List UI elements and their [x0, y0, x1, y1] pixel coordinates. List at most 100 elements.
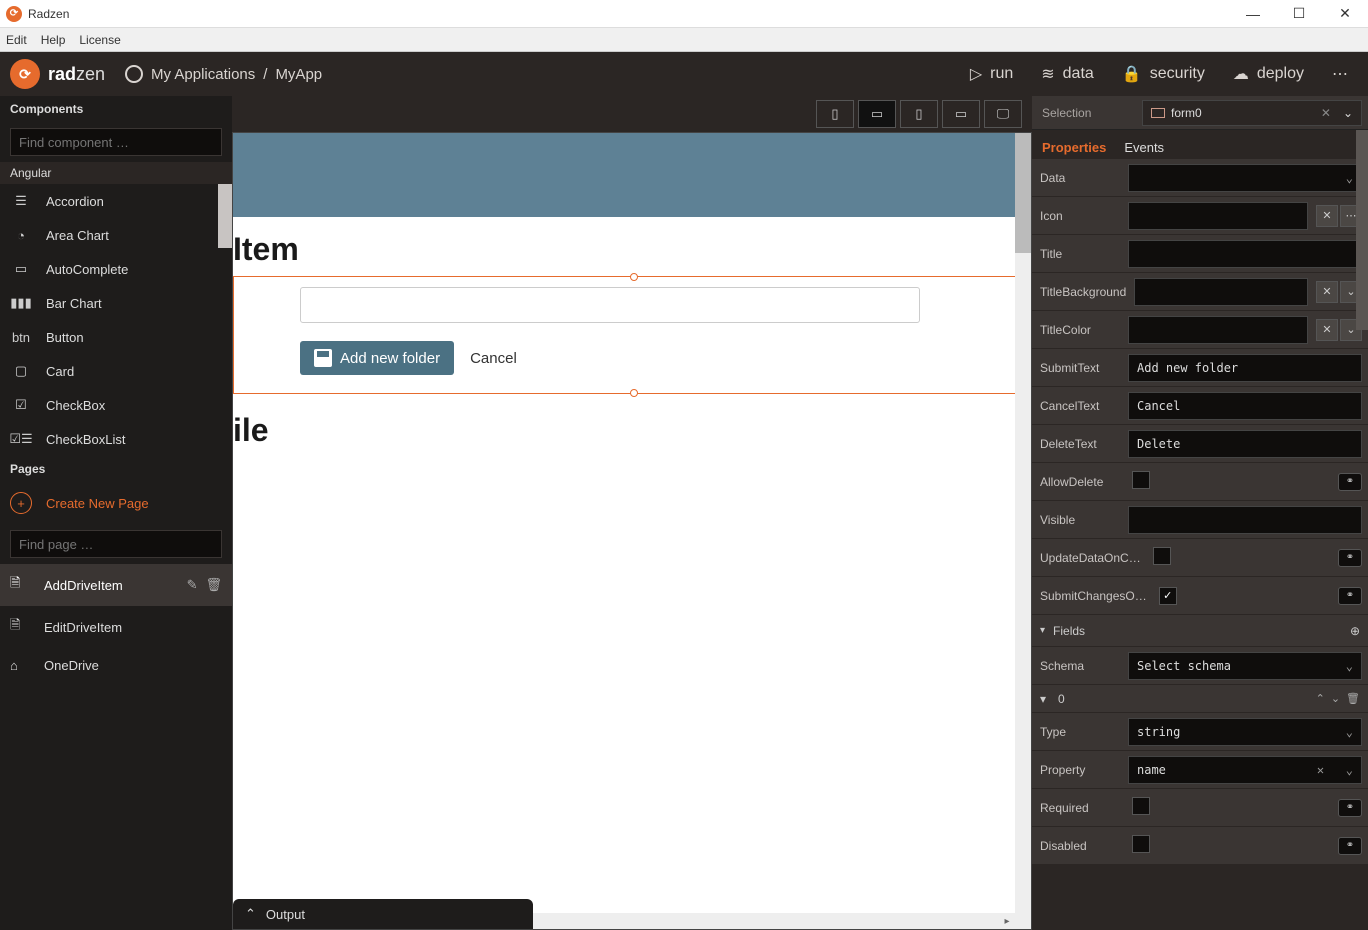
- page-item-adddriveitem[interactable]: 🗎 AddDriveItem ✎ 🗑: [0, 564, 232, 606]
- props-scrollbar[interactable]: [1356, 130, 1368, 330]
- prop-updatedata-bind[interactable]: ⚭: [1338, 549, 1362, 567]
- prop-required-checkbox[interactable]: [1132, 797, 1150, 815]
- design-canvas[interactable]: Item Add new folder Cancel ile ◂▸: [232, 132, 1032, 930]
- menu-edit[interactable]: Edit: [6, 33, 27, 47]
- page-item-onedrive[interactable]: ⌂ OneDrive: [0, 648, 232, 683]
- prop-titlecolor-clear[interactable]: ✕: [1316, 319, 1338, 341]
- plus-icon: +: [10, 492, 32, 514]
- find-component-input[interactable]: [10, 128, 222, 156]
- run-button[interactable]: ▷ run: [970, 64, 1013, 84]
- prop-visible-input[interactable]: [1128, 506, 1362, 534]
- menu-help[interactable]: Help: [41, 33, 66, 47]
- brand-text-light: zen: [76, 64, 105, 84]
- prop-deletetext-input[interactable]: Delete: [1128, 430, 1362, 458]
- prop-label-visible: Visible: [1032, 513, 1128, 527]
- component-button[interactable]: btnButton: [0, 320, 232, 354]
- component-checkbox[interactable]: ☑CheckBox: [0, 388, 232, 422]
- breadcrumb-current[interactable]: MyApp: [275, 66, 322, 83]
- device-tablet-landscape[interactable]: ▭: [942, 100, 980, 128]
- canvas-heading[interactable]: Item: [233, 217, 1031, 274]
- create-page-button[interactable]: + Create New Page: [0, 482, 232, 524]
- selection-dropdown[interactable]: form0 ✕ ⌄: [1142, 100, 1362, 126]
- chevron-up-icon: ⌃: [245, 906, 256, 922]
- more-button[interactable]: ⋯: [1332, 64, 1348, 84]
- component-accordion[interactable]: ☰Accordion: [0, 184, 232, 218]
- clear-selection-icon[interactable]: ✕: [1321, 106, 1331, 120]
- selection-handle-s[interactable]: [630, 389, 638, 397]
- save-icon: [314, 349, 332, 367]
- prop-titlebg-input[interactable]: [1134, 278, 1308, 306]
- submit-button[interactable]: Add new folder: [300, 341, 454, 375]
- component-checkboxlist[interactable]: ☑☰CheckBoxList: [0, 422, 232, 456]
- chevron-down-icon[interactable]: ⌄: [1343, 106, 1353, 120]
- prop-submitchanges-checkbox[interactable]: ✓: [1159, 587, 1177, 605]
- edit-page-icon[interactable]: ✎: [187, 577, 198, 593]
- prop-label-deletetext: DeleteText: [1032, 437, 1128, 451]
- prop-submittext-input[interactable]: Add new folder: [1128, 354, 1362, 382]
- find-page-input[interactable]: [10, 530, 222, 558]
- breadcrumb[interactable]: My Applications / MyApp: [125, 65, 322, 83]
- bar-chart-icon: ▮▮▮: [10, 294, 32, 312]
- move-up-icon[interactable]: ⌃: [1316, 692, 1325, 705]
- data-button[interactable]: ≋ data: [1041, 64, 1094, 84]
- delete-field-icon[interactable]: 🗑: [1346, 692, 1360, 705]
- form0-selected[interactable]: Add new folder Cancel: [233, 276, 1027, 394]
- prop-disabled-bind[interactable]: ⚭: [1338, 837, 1362, 855]
- tab-events[interactable]: Events: [1124, 136, 1164, 159]
- prop-required-bind[interactable]: ⚭: [1338, 799, 1362, 817]
- tab-properties[interactable]: Properties: [1042, 136, 1106, 159]
- add-field-button[interactable]: ⊕: [1350, 624, 1360, 638]
- prop-property-dropdown[interactable]: name✕ ⌄: [1128, 756, 1362, 784]
- maximize-button[interactable]: ☐: [1276, 0, 1322, 28]
- prop-data-dropdown[interactable]: ⌄: [1128, 164, 1362, 192]
- form-icon: [1151, 108, 1165, 118]
- device-phone-landscape[interactable]: ▭: [858, 100, 896, 128]
- page-item-editdriveitem[interactable]: 🗎 EditDriveItem: [0, 606, 232, 648]
- device-desktop[interactable]: 🖵: [984, 100, 1022, 128]
- output-panel-toggle[interactable]: ⌃ Output: [233, 899, 533, 929]
- component-group-angular[interactable]: Angular: [0, 162, 232, 184]
- canvas-heading-2[interactable]: ile: [233, 398, 1031, 455]
- component-area-chart[interactable]: ◔Area Chart: [0, 218, 232, 252]
- deploy-button[interactable]: ☁ deploy: [1233, 64, 1304, 84]
- prop-submitchanges-bind[interactable]: ⚭: [1338, 587, 1362, 605]
- minimize-button[interactable]: —: [1230, 0, 1276, 28]
- security-button[interactable]: 🔒 security: [1122, 64, 1205, 84]
- move-down-icon[interactable]: ⌄: [1331, 692, 1340, 705]
- prop-canceltext-input[interactable]: Cancel: [1128, 392, 1362, 420]
- breadcrumb-root[interactable]: My Applications: [151, 66, 255, 83]
- prop-updatedata-checkbox[interactable]: [1153, 547, 1171, 565]
- prop-title-input[interactable]: [1128, 240, 1362, 268]
- device-tablet[interactable]: ▯: [900, 100, 938, 128]
- prop-allowdelete-checkbox[interactable]: [1132, 471, 1150, 489]
- form-text-input[interactable]: [300, 287, 920, 323]
- canvas-scrollbar-y[interactable]: [1015, 133, 1031, 929]
- device-phone[interactable]: ▯: [816, 100, 854, 128]
- selection-handle-n[interactable]: [630, 273, 638, 281]
- prop-titlebg-clear[interactable]: ✕: [1316, 281, 1338, 303]
- component-list: ☰Accordion ◔Area Chart ▭AutoComplete ▮▮▮…: [0, 184, 232, 456]
- fields-section-header[interactable]: ▾ Fields ⊕: [1032, 615, 1368, 647]
- prop-titlecolor-input[interactable]: [1128, 316, 1308, 344]
- delete-page-icon[interactable]: 🗑: [205, 577, 222, 593]
- file-icon: 🗎: [10, 616, 30, 638]
- canvas-appbar[interactable]: [233, 133, 1015, 217]
- component-bar-chart[interactable]: ▮▮▮Bar Chart: [0, 286, 232, 320]
- cancel-button[interactable]: Cancel: [470, 350, 517, 367]
- component-scrollbar[interactable]: [218, 184, 232, 248]
- prop-icon-input[interactable]: [1128, 202, 1308, 230]
- brand-text-bold: rad: [48, 64, 76, 84]
- menu-license[interactable]: License: [79, 33, 120, 47]
- lock-icon: 🔒: [1122, 64, 1142, 84]
- component-autocomplete[interactable]: ▭AutoComplete: [0, 252, 232, 286]
- close-button[interactable]: ✕: [1322, 0, 1368, 28]
- field-0-header[interactable]: ▾ 0 ⌃ ⌄ 🗑: [1032, 685, 1368, 713]
- prop-disabled-checkbox[interactable]: [1132, 835, 1150, 853]
- prop-schema-dropdown[interactable]: Select schema⌄: [1128, 652, 1362, 680]
- prop-icon-clear[interactable]: ✕: [1316, 205, 1338, 227]
- prop-label-allowdelete: AllowDelete: [1032, 475, 1128, 489]
- database-icon: ≋: [1041, 64, 1054, 84]
- prop-type-dropdown[interactable]: string⌄: [1128, 718, 1362, 746]
- prop-allowdelete-bind[interactable]: ⚭: [1338, 473, 1362, 491]
- component-card[interactable]: ▢Card: [0, 354, 232, 388]
